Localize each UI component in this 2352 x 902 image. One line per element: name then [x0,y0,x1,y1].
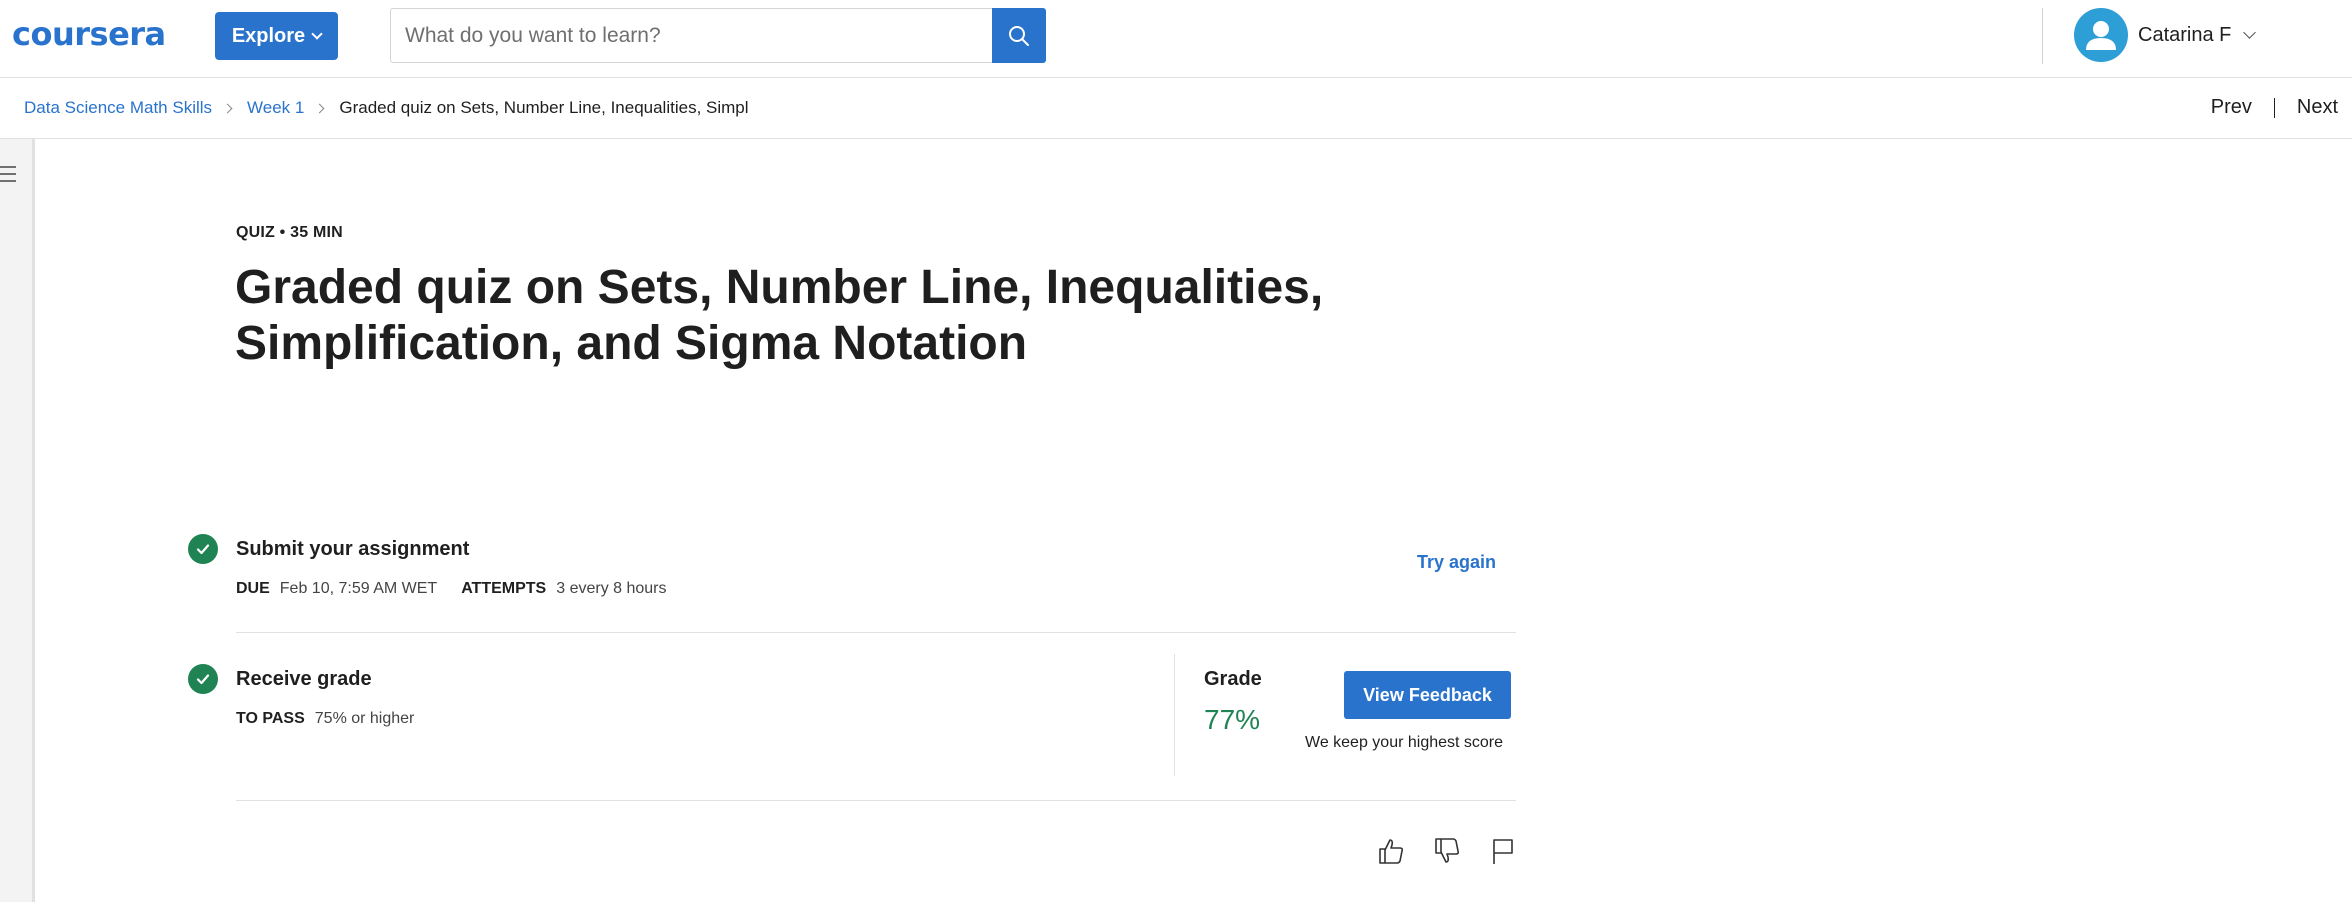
search-icon [1009,25,1029,46]
grade-value: 77% [1204,704,1261,735]
pass-label: TO PASS [236,710,305,727]
view-feedback-button[interactable]: View Feedback [1344,671,1511,719]
explore-button[interactable]: Explore [215,12,338,60]
chevron-right-icon [222,103,233,113]
left-rail [0,139,35,902]
attempts-label: ATTEMPTS [461,580,547,597]
search-bar [390,8,1046,63]
flag-icon[interactable] [1488,836,1518,866]
avatar [2074,8,2128,62]
divider [236,800,1516,801]
step-meta: DUE Feb 10, 7:59 AM WET ATTEMPTS 3 every… [236,580,667,598]
breadcrumb: Data Science Math Skills Week 1 Graded q… [24,98,749,118]
user-name: Catarina F [2138,23,2232,46]
search-button[interactable] [992,8,1046,63]
prev-button[interactable]: Prev [2211,96,2252,119]
page-title: Graded quiz on Sets, Number Line, Inequa… [235,261,1324,370]
grade-label: Grade [1204,668,1262,690]
attempts-value: 3 every 8 hours [556,580,667,597]
chevron-right-icon [314,103,325,113]
check-icon [196,674,210,685]
divider [236,632,1516,633]
submit-assignment-step: Submit your assignment DUE Feb 10, 7:59 … [188,534,1518,604]
check-icon [196,544,210,555]
user-menu[interactable]: Catarina F [2074,8,2257,62]
step-meta: TO PASS 75% or higher [236,710,414,728]
receive-grade-step: Receive grade TO PASS 75% or higher [188,664,1518,734]
breadcrumb-week[interactable]: Week 1 [247,98,304,118]
prev-next-navigation: Prev Next [2211,96,2338,119]
chevron-down-icon [311,28,323,40]
breadcrumb-course[interactable]: Data Science Math Skills [24,98,212,118]
search-input[interactable] [390,8,992,63]
chevron-down-icon [2243,26,2257,39]
completed-check [188,664,218,694]
highest-score-note: We keep your highest score [1305,734,1504,751]
explore-label: Explore [231,24,306,47]
top-navigation-bar: coursera Explore Catarina F [0,0,2352,78]
grade-divider [1174,654,1175,776]
next-button[interactable]: Next [2297,96,2338,119]
thumbs-down-icon[interactable] [1432,836,1462,866]
breadcrumb-bar: Data Science Math Skills Week 1 Graded q… [0,78,2352,139]
try-again-button[interactable]: Try again [1417,552,1496,573]
due-value: Feb 10, 7:59 AM WET [279,580,438,597]
completed-check [188,534,218,564]
header-divider [2042,8,2043,64]
user-icon [2086,21,2116,50]
quiz-kicker: QUIZ • 35 MIN [236,224,343,241]
step-title: Receive grade [236,668,372,690]
step-title: Submit your assignment [236,538,470,560]
due-label: DUE [236,580,270,597]
breadcrumb-current: Graded quiz on Sets, Number Line, Inequa… [339,98,749,117]
menu-icon[interactable] [0,163,18,185]
feedback-actions [1376,836,1518,866]
nav-divider [2273,97,2275,118]
pass-value: 75% or higher [314,710,415,727]
coursera-logo[interactable]: coursera [12,16,166,52]
thumbs-up-icon[interactable] [1376,836,1406,866]
